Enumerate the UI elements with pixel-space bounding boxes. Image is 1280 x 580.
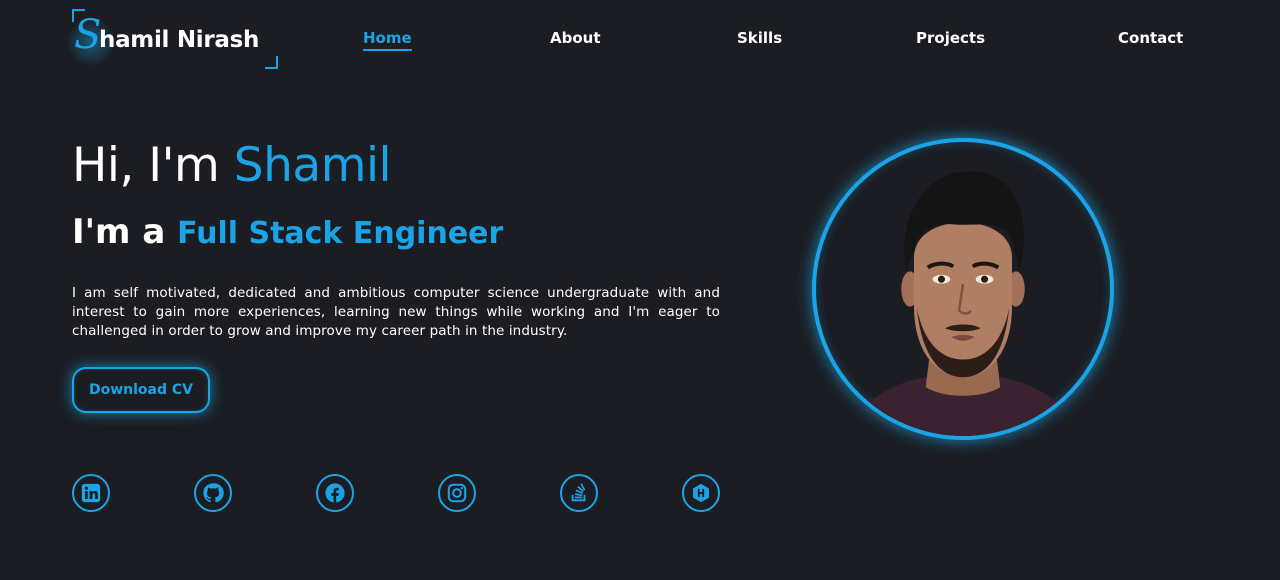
hero-greeting: Hi, I'm Shamil [72, 138, 392, 194]
instagram-glyph [447, 483, 467, 503]
github-icon[interactable] [194, 474, 232, 512]
greeting-prefix: Hi, I'm [72, 138, 234, 193]
nav-skills[interactable]: Skills [737, 28, 782, 48]
stackoverflow-glyph [571, 483, 586, 502]
download-cv-button[interactable]: Download CV [72, 367, 210, 413]
hero-name: Shamil [233, 138, 392, 193]
hashnode-icon[interactable] [682, 474, 720, 512]
facebook-icon[interactable] [316, 474, 354, 512]
nav-home[interactable]: Home [363, 28, 412, 51]
linkedin-glyph [81, 483, 101, 503]
linkedin-icon[interactable] [72, 474, 110, 512]
hero-role: I'm a Full Stack Engineer [72, 210, 503, 256]
hashnode-glyph [693, 483, 709, 503]
facebook-glyph [325, 483, 345, 503]
profile-photo [812, 138, 1114, 440]
logo-initial: S [74, 12, 102, 58]
nav-contact[interactable]: Contact [1118, 28, 1183, 48]
nav-about[interactable]: About [550, 28, 601, 48]
role-title: Full Stack Engineer [177, 216, 504, 251]
hero-bio: I am self motivated, dedicated and ambit… [72, 285, 720, 339]
site-logo[interactable]: S hamil Nirash [66, 9, 278, 69]
github-glyph [203, 483, 224, 503]
stackoverflow-icon[interactable] [560, 474, 598, 512]
profile-portrait [845, 171, 1081, 436]
instagram-icon[interactable] [438, 474, 476, 512]
logo-text: hamil Nirash [99, 27, 260, 53]
nav-projects[interactable]: Projects [916, 28, 985, 48]
role-prefix: I'm a [72, 212, 178, 252]
logo-corner-bottom-right [265, 56, 278, 69]
